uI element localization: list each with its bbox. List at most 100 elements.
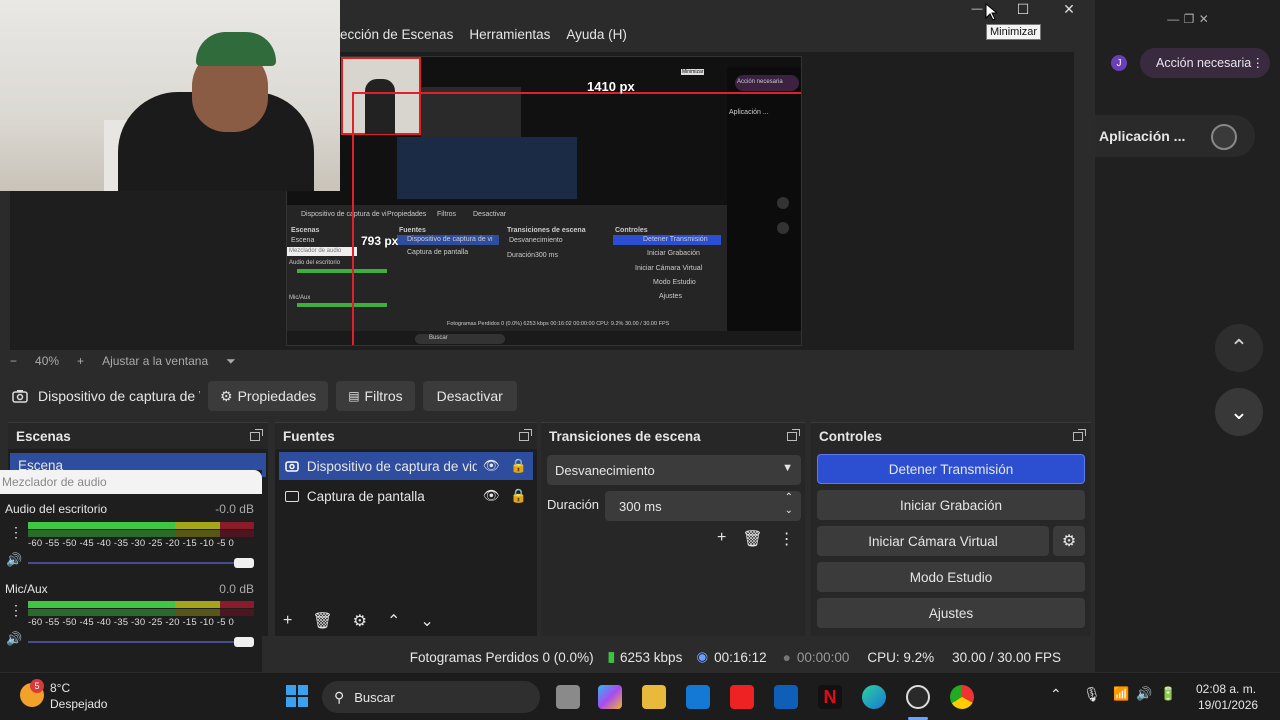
- chevron-down-icon[interactable]: ⌄: [420, 611, 433, 631]
- properties-button[interactable]: ⚙ Propiedades: [208, 381, 329, 411]
- stepper-up-icon[interactable]: ⌃: [785, 492, 793, 503]
- start-virtual-camera-label: Iniciar Cámara Virtual: [868, 533, 998, 549]
- stepper-down-icon[interactable]: ⌄: [785, 505, 793, 516]
- lock-icon[interactable]: 🔒: [510, 458, 527, 474]
- add-icon[interactable]: +: [717, 529, 726, 549]
- zoom-out-button[interactable]: −: [10, 354, 17, 368]
- youtube-icon[interactable]: [730, 685, 754, 709]
- deactivate-button[interactable]: Desactivar: [422, 381, 517, 411]
- stream-icon: ◉: [696, 649, 709, 664]
- source-item[interactable]: Captura de pantalla 👁 🔒: [279, 482, 533, 510]
- wifi-icon[interactable]: 📶: [1113, 686, 1129, 702]
- action-needed-button[interactable]: Acción necesaria ⋮: [1140, 48, 1270, 78]
- menu-scene-collection[interactable]: ección de Escenas: [340, 27, 453, 42]
- filters-button[interactable]: ▤ Filtros: [336, 381, 415, 411]
- nested-scenes: Escenas: [291, 227, 320, 234]
- avatar[interactable]: J: [1111, 55, 1127, 71]
- menu-tools[interactable]: Herramientas: [469, 27, 550, 42]
- task-view-icon[interactable]: [556, 685, 580, 709]
- zoom-dropdown-icon[interactable]: ⏷: [226, 354, 236, 369]
- record-time: 00:00:00: [796, 649, 850, 665]
- maximize-button[interactable]: ☐: [1000, 0, 1046, 18]
- zoom-in-button[interactable]: +: [77, 354, 84, 368]
- close-icon: ✕: [1063, 0, 1075, 17]
- nested-up-button: [777, 197, 789, 209]
- chevron-down-icon: ⌄: [1229, 399, 1249, 424]
- undock-icon[interactable]: [519, 428, 532, 441]
- microphone-icon[interactable]: 🎙: [1083, 686, 1101, 703]
- obs-icon[interactable]: [906, 685, 930, 709]
- netflix-icon[interactable]: N: [818, 685, 842, 709]
- stop-streaming-button[interactable]: Detener Transmisión: [817, 454, 1085, 484]
- chrome-icon[interactable]: [950, 685, 974, 709]
- outlook-new-icon[interactable]: [686, 685, 710, 709]
- clock-date[interactable]: 19/01/2026: [1198, 698, 1258, 712]
- volume-meter: [28, 609, 254, 616]
- volume-slider[interactable]: [28, 562, 254, 564]
- transition-select[interactable]: Desvanecimiento ▼: [547, 455, 801, 485]
- more-icon[interactable]: ⋮: [9, 524, 23, 541]
- chevron-up-icon[interactable]: ⌃: [387, 611, 400, 631]
- action-needed-label: Acción necesaria: [1156, 56, 1252, 70]
- clock-time[interactable]: 02:08 a. m.: [1196, 682, 1256, 696]
- trash-icon[interactable]: 🗑: [742, 529, 762, 549]
- mixer-channel-name: Audio del escritorio: [5, 502, 108, 516]
- settings-label: Ajustes: [928, 605, 974, 621]
- nested-desk-label: Audio del escritorio: [289, 260, 341, 266]
- volume-slider-handle[interactable]: [234, 558, 254, 568]
- volume-icon[interactable]: 🔊: [1136, 686, 1152, 702]
- eye-icon[interactable]: 👁: [483, 488, 500, 504]
- duration-input[interactable]: 300 ms ⌃ ⌄: [605, 491, 801, 521]
- maximize-icon[interactable]: ❐: [1184, 12, 1195, 30]
- volume-slider-handle[interactable]: [234, 637, 254, 647]
- close-button[interactable]: ✕: [1046, 0, 1092, 18]
- virtual-camera-settings-button[interactable]: ⚙: [1053, 526, 1085, 556]
- lock-icon[interactable]: 🔒: [510, 488, 527, 504]
- app-item[interactable]: Aplicación ...: [1095, 115, 1255, 157]
- transition-type: Desvanecimiento: [555, 462, 655, 478]
- trash-icon[interactable]: 🗑: [312, 611, 332, 631]
- avatar-initial: J: [1116, 57, 1122, 69]
- more-icon[interactable]: ⋮: [779, 529, 795, 549]
- start-recording-button[interactable]: Iniciar Grabación: [817, 490, 1085, 520]
- outlook-icon[interactable]: [774, 685, 798, 709]
- file-explorer-icon[interactable]: [642, 685, 666, 709]
- nested-studio-label: Modo Estudio: [653, 279, 696, 286]
- settings-button[interactable]: Ajustes: [817, 598, 1085, 628]
- minimize-icon[interactable]: —: [1167, 12, 1179, 30]
- add-icon[interactable]: +: [283, 612, 292, 630]
- undock-icon[interactable]: [787, 428, 800, 441]
- copilot-icon[interactable]: [598, 685, 622, 709]
- more-icon[interactable]: ⋮: [9, 602, 23, 619]
- nested-transitions: Transiciones de escena: [507, 227, 586, 234]
- menu-help[interactable]: Ayuda (H): [566, 27, 627, 42]
- undock-icon[interactable]: [250, 428, 263, 441]
- source-item[interactable]: Dispositivo de captura de vid 👁 🔒: [279, 452, 533, 480]
- properties-label: Propiedades: [237, 388, 317, 404]
- nested-down-button: [777, 222, 789, 234]
- battery-icon[interactable]: 🔋: [1160, 686, 1176, 702]
- gear-icon[interactable]: ⚙: [353, 611, 367, 631]
- speaker-icon[interactable]: 🔊: [6, 552, 22, 568]
- undock-icon[interactable]: [1073, 428, 1086, 441]
- edge-icon[interactable]: [862, 685, 886, 709]
- scroll-up-button[interactable]: ⌃: [1215, 324, 1263, 372]
- nested-stop-label: Detener Transmisión: [643, 236, 708, 243]
- taskbar-search[interactable]: ⚲ Buscar: [322, 681, 540, 713]
- start-virtual-camera-button[interactable]: Iniciar Cámara Virtual: [817, 526, 1049, 556]
- volume-slider[interactable]: [28, 641, 254, 643]
- stop-streaming-label: Detener Transmisión: [888, 461, 1014, 477]
- nested-rec-label: Iniciar Grabación: [647, 250, 700, 257]
- start-button[interactable]: [286, 685, 308, 707]
- webcam-person-cap: [196, 32, 276, 66]
- zoom-fit-label[interactable]: Ajustar a la ventana: [102, 354, 208, 368]
- scroll-down-button[interactable]: ⌄: [1215, 388, 1263, 436]
- eye-icon[interactable]: 👁: [483, 458, 500, 474]
- chevron-up-icon[interactable]: ⌃: [1050, 686, 1062, 703]
- speaker-icon[interactable]: 🔊: [6, 631, 22, 647]
- studio-mode-button[interactable]: Modo Estudio: [817, 562, 1085, 592]
- nested-settings-label: Ajustes: [659, 293, 682, 300]
- close-icon[interactable]: ✕: [1199, 12, 1209, 30]
- transition-toolbar: + 🗑 ⋮: [717, 529, 795, 549]
- nested-mic-label: Mic/Aux: [289, 295, 311, 301]
